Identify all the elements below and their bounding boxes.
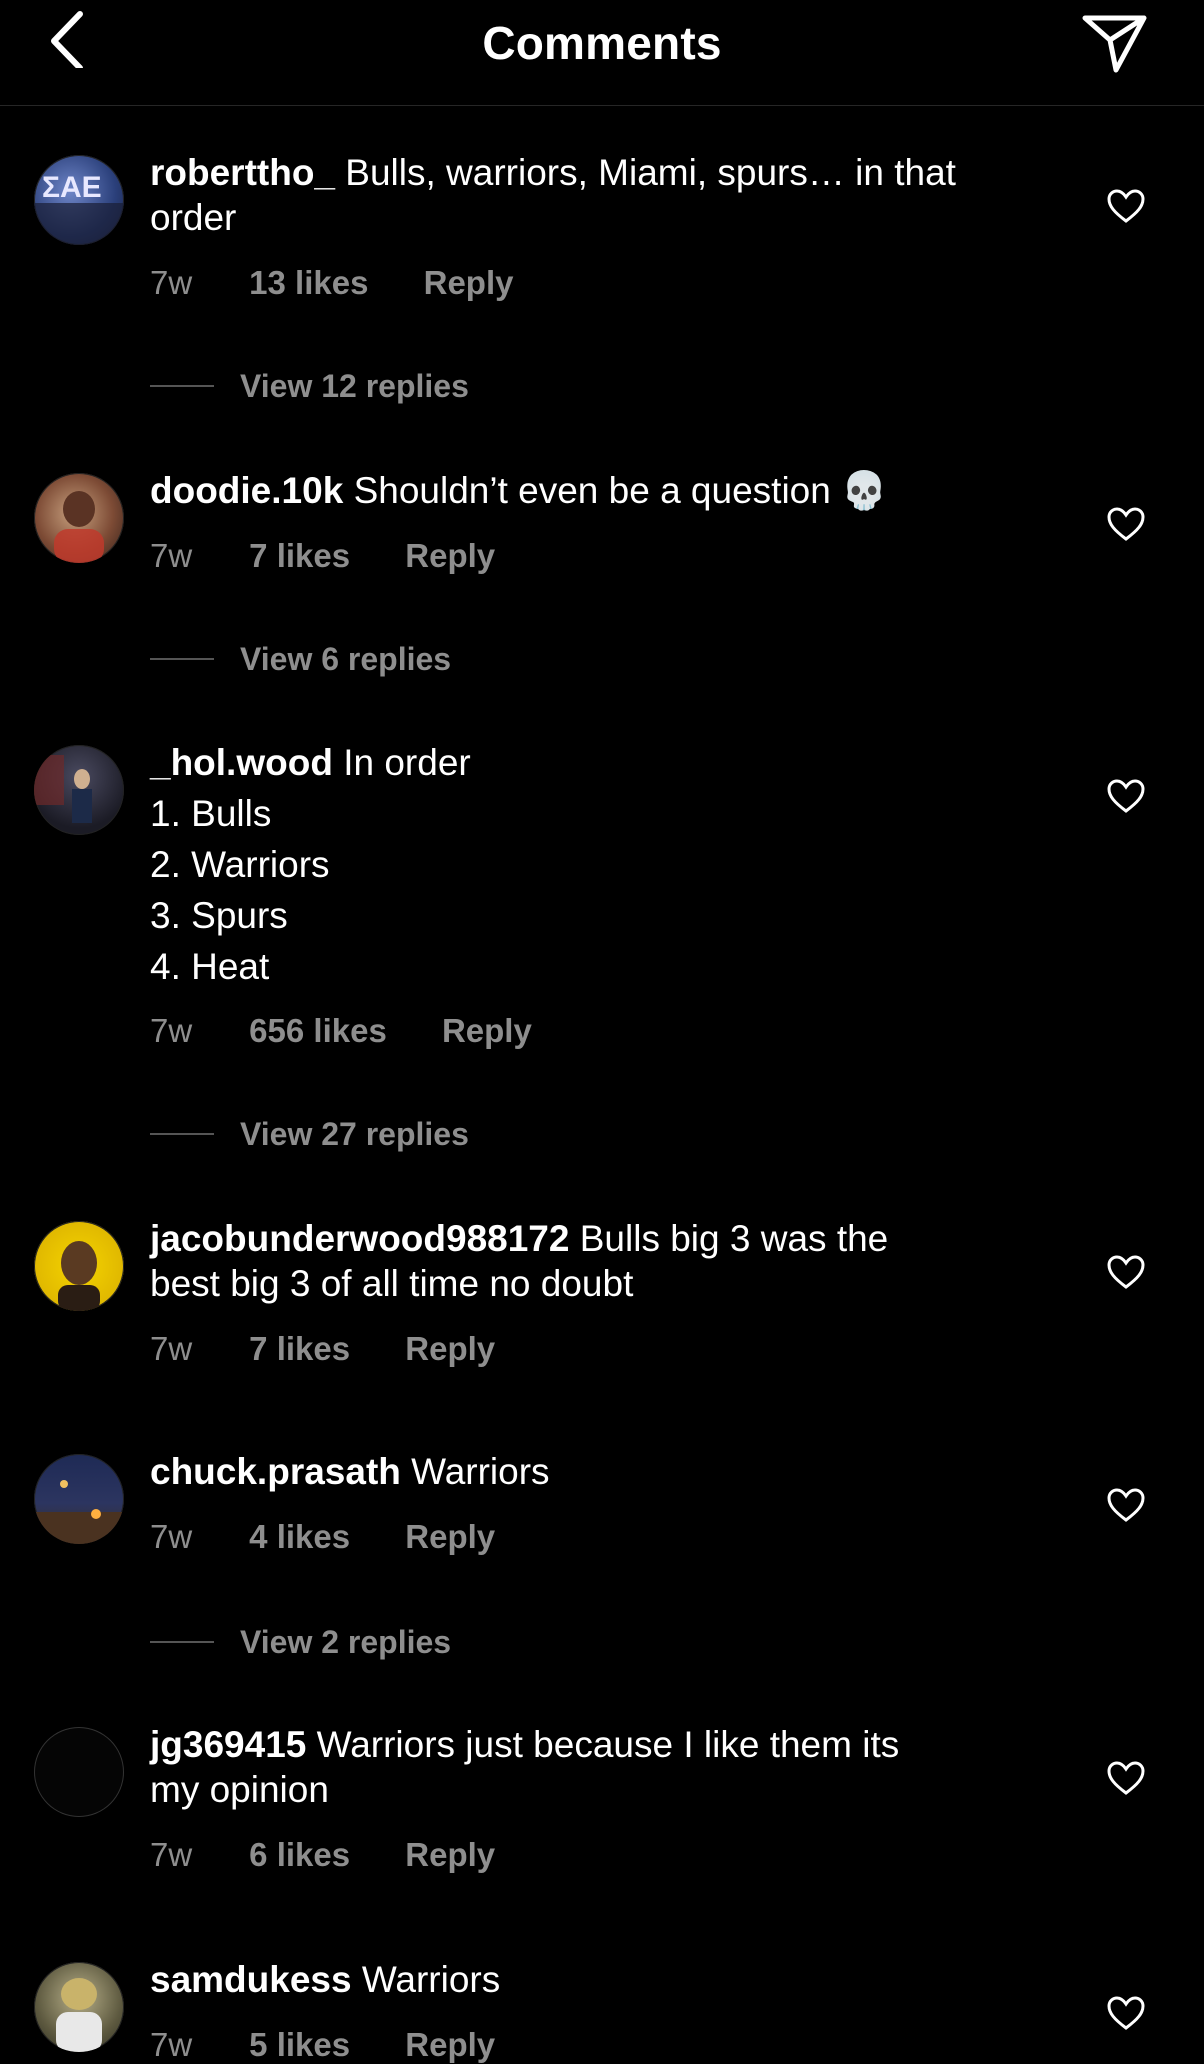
heart-icon[interactable] xyxy=(1106,1254,1146,1290)
comment-meta: 7w 5 likes Reply xyxy=(150,2026,495,2064)
comment-text-line: order xyxy=(150,197,237,238)
comment-time: 7w xyxy=(150,2026,193,2063)
comment-text: doodie.10k Shouldn’t even be a question … xyxy=(150,468,1040,513)
comment-text-line: Warriors xyxy=(411,1451,550,1492)
comment-text-line: my opinion xyxy=(150,1769,329,1810)
comment-text-line: Bulls big 3 was the xyxy=(579,1218,889,1259)
comment-meta: 7w 6 likes Reply xyxy=(150,1836,495,1874)
comment-username[interactable]: _hol.wood xyxy=(150,742,333,783)
comment-text-line: 4. Heat xyxy=(150,946,270,987)
comment-text-line: Shouldn’t even be a question 💀 xyxy=(353,470,888,511)
comment-time: 7w xyxy=(150,1518,193,1555)
comment-text: samdukess Warriors xyxy=(150,1957,1040,2002)
view-replies-label: View 12 replies xyxy=(240,368,469,404)
avatar[interactable] xyxy=(34,745,124,835)
comment-text-line: best big 3 of all time no doubt xyxy=(150,1263,634,1304)
comment-meta: 7w 13 likes Reply xyxy=(150,264,514,302)
avatar[interactable] xyxy=(34,1454,124,1544)
header-bar: Comments xyxy=(0,0,1204,106)
comment-username[interactable]: doodie.10k xyxy=(150,470,343,511)
comment-meta: 7w 7 likes Reply xyxy=(150,1330,495,1368)
comment-username[interactable]: roberttho_ xyxy=(150,152,335,193)
view-replies-button[interactable]: View 2 replies xyxy=(150,1624,451,1661)
comment-text-line: Warriors just because I like them its xyxy=(316,1724,900,1765)
likes-count[interactable]: 5 likes xyxy=(249,2026,350,2063)
comment-text: _hol.wood In order 1. Bulls 2. Warriors … xyxy=(150,740,1040,989)
comment-username[interactable]: jg369415 xyxy=(150,1724,306,1765)
reply-button[interactable]: Reply xyxy=(405,537,495,574)
view-replies-label: View 6 replies xyxy=(240,641,452,677)
avatar[interactable] xyxy=(34,1962,124,2052)
comment-text-line: 2. Warriors xyxy=(150,844,330,885)
heart-icon[interactable] xyxy=(1106,778,1146,814)
view-replies-button[interactable]: View 27 replies xyxy=(150,1116,469,1153)
reply-button[interactable]: Reply xyxy=(405,2026,495,2063)
comment-time: 7w xyxy=(150,264,193,301)
heart-icon[interactable] xyxy=(1106,506,1146,542)
replies-divider xyxy=(150,657,214,660)
share-button[interactable] xyxy=(1080,10,1150,76)
heart-icon[interactable] xyxy=(1106,188,1146,224)
comment-meta: 7w 656 likes Reply xyxy=(150,1012,532,1050)
avatar[interactable] xyxy=(34,473,124,563)
likes-count[interactable]: 7 likes xyxy=(249,537,350,574)
comment-text-line: Bulls, warriors, Miami, spurs… in that xyxy=(345,152,956,193)
page-title: Comments xyxy=(482,17,722,69)
comment-text: jg369415 Warriors just because I like th… xyxy=(150,1722,1040,1812)
comment-text-line: 3. Spurs xyxy=(150,895,288,936)
heart-icon[interactable] xyxy=(1106,1995,1146,2031)
avatar[interactable] xyxy=(34,1221,124,1311)
replies-divider xyxy=(150,1640,214,1643)
comment-time: 7w xyxy=(150,1330,193,1367)
comment-username[interactable]: jacobunderwood988172 xyxy=(150,1218,569,1259)
reply-button[interactable]: Reply xyxy=(405,1836,495,1873)
likes-count[interactable]: 656 likes xyxy=(249,1012,387,1049)
send-icon xyxy=(1082,15,1147,73)
view-replies-button[interactable]: View 6 replies xyxy=(150,641,451,678)
avatar[interactable]: ΣAE xyxy=(34,155,124,245)
avatar[interactable] xyxy=(34,1727,124,1817)
comment-username[interactable]: samdukess xyxy=(150,1959,352,2000)
view-replies-label: View 27 replies xyxy=(240,1116,469,1152)
comment-username[interactable]: chuck.prasath xyxy=(150,1451,401,1492)
replies-divider xyxy=(150,1132,214,1135)
reply-button[interactable]: Reply xyxy=(442,1012,532,1049)
comment-time: 7w xyxy=(150,1012,193,1049)
reply-button[interactable]: Reply xyxy=(424,264,514,301)
view-replies-label: View 2 replies xyxy=(240,1624,452,1660)
likes-count[interactable]: 13 likes xyxy=(249,264,368,301)
comment-text-line: 1. Bulls xyxy=(150,793,272,834)
likes-count[interactable]: 6 likes xyxy=(249,1836,350,1873)
comment-time: 7w xyxy=(150,537,193,574)
comment-text: chuck.prasath Warriors xyxy=(150,1449,1040,1494)
heart-icon[interactable] xyxy=(1106,1760,1146,1796)
heart-icon[interactable] xyxy=(1106,1487,1146,1523)
reply-button[interactable]: Reply xyxy=(405,1330,495,1367)
comment-text: jacobunderwood988172 Bulls big 3 was the… xyxy=(150,1216,1040,1306)
replies-divider xyxy=(150,384,214,387)
reply-button[interactable]: Reply xyxy=(405,1518,495,1555)
comment-text-line: Warriors xyxy=(361,1959,501,2000)
comment-text: roberttho_ Bulls, warriors, Miami, spurs… xyxy=(150,150,1040,240)
comment-meta: 7w 4 likes Reply xyxy=(150,1518,495,1556)
comment-text-line: In order xyxy=(343,742,471,783)
comment-time: 7w xyxy=(150,1836,193,1873)
likes-count[interactable]: 4 likes xyxy=(249,1518,350,1555)
comment-meta: 7w 7 likes Reply xyxy=(150,537,495,575)
view-replies-button[interactable]: View 12 replies xyxy=(150,368,469,405)
likes-count[interactable]: 7 likes xyxy=(249,1330,350,1367)
svg-text:ΣAE: ΣAE xyxy=(42,171,102,204)
